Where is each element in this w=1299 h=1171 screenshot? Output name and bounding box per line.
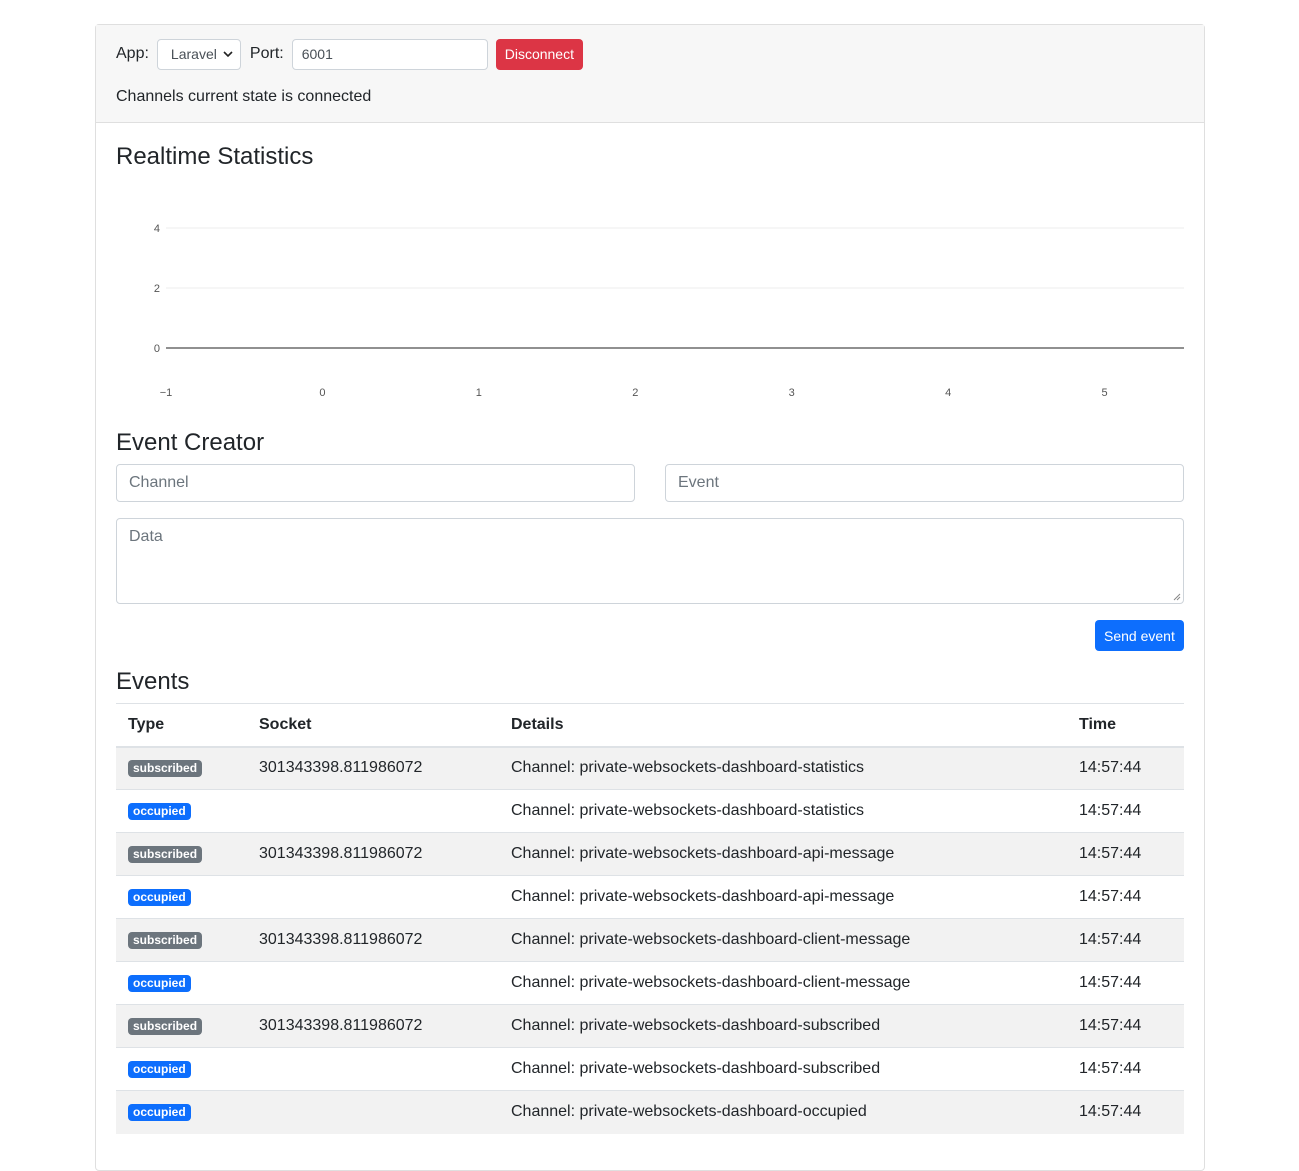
event-creator-title: Event Creator [116, 429, 265, 456]
events-body: subscribed 301343398.811986072 Channel: pr… [116, 746, 1184, 1134]
type-cell: subscribed [116, 1004, 247, 1048]
time-cell: 14:57:44 [1067, 1047, 1184, 1091]
type-badge-occupied: occupied [128, 1104, 191, 1122]
table-row: occupied Channel: private-websockets-dash… [116, 1090, 1184, 1134]
y-tick-label: 2 [154, 283, 160, 295]
type-cell: subscribed [116, 746, 247, 790]
socket-cell [247, 961, 499, 1005]
table-row: subscribed 301343398.811986072 Channel: pr… [116, 1004, 1184, 1048]
socket-cell: 301343398.811986072 [247, 746, 499, 790]
column-header-type: Type [116, 703, 247, 748]
connection-controls: App: Laravel Port: 6001 Disconnect [116, 38, 583, 70]
events-title: Events [116, 668, 190, 695]
time-cell: 14:57:44 [1067, 918, 1184, 962]
column-header-time: Time [1067, 703, 1184, 748]
table-row: subscribed 301343398.811986072 Channel: pr… [116, 832, 1184, 876]
x-tick-label: 2 [632, 387, 638, 399]
type-cell: occupied [116, 961, 247, 1005]
details-cell: Channel: private-websockets-dashboard-su… [499, 1047, 1067, 1091]
type-cell: subscribed [116, 918, 247, 962]
time-cell: 14:57:44 [1067, 961, 1184, 1005]
time-cell: 14:57:44 [1067, 746, 1184, 790]
event-input[interactable]: Event [665, 464, 1184, 502]
time-cell: 14:57:44 [1067, 832, 1184, 876]
type-cell: occupied [116, 789, 247, 833]
socket-cell [247, 1047, 499, 1091]
type-badge-subscribed: subscribed [128, 1018, 203, 1035]
app-label: App: [116, 45, 149, 62]
app-select[interactable]: Laravel [156, 38, 241, 70]
type-badge-subscribed: subscribed [128, 846, 203, 863]
time-cell: 14:57:44 [1067, 789, 1184, 833]
time-cell: 14:57:44 [1067, 875, 1184, 919]
type-cell: occupied [116, 1090, 247, 1134]
table-row: subscribed 301343398.811986072 Channel: pr… [116, 918, 1184, 962]
connection-state-text: Channels current state is connected [116, 88, 372, 105]
time-cell: 14:57:44 [1067, 1004, 1184, 1048]
port-label: Port: [249, 45, 284, 62]
data-textarea[interactable]: Data [116, 518, 1184, 604]
type-badge-occupied: occupied [128, 889, 191, 906]
port-input-value: 6001 [301, 46, 333, 62]
x-tick-label: 1 [476, 387, 482, 399]
details-cell: Channel: private-websockets-dashboard-su… [499, 1004, 1067, 1048]
table-row: occupied Channel: private-websockets-dash… [116, 1047, 1184, 1091]
details-cell: Channel: private-websockets-dashboard-oc… [499, 1090, 1067, 1134]
y-tick-label: 0 [154, 343, 160, 355]
x-tick-label: −1 [160, 387, 173, 399]
type-cell: occupied [116, 875, 247, 919]
disconnect-button[interactable]: Disconnect [495, 38, 583, 70]
column-header-socket: Socket [247, 703, 499, 748]
dashboard-card: App: Laravel Port: 6001 Disconnect Chann… [95, 24, 1205, 1171]
type-cell: occupied [116, 1047, 247, 1091]
socket-cell: 301343398.811986072 [247, 1004, 499, 1048]
details-cell: Channel: private-websockets-dashboard-ap… [499, 875, 1067, 919]
socket-cell: 301343398.811986072 [247, 918, 499, 962]
type-badge-occupied: occupied [128, 975, 191, 992]
resize-handle-icon[interactable] [1173, 593, 1181, 601]
events-header-row: Type Socket Details Time [116, 703, 1184, 748]
x-tick-label: 0 [319, 387, 325, 399]
table-row: subscribed 301343398.811986072 Channel: pr… [116, 746, 1184, 790]
details-cell: Channel: private-websockets-dashboard-st… [499, 746, 1067, 790]
socket-cell [247, 789, 499, 833]
type-cell: subscribed [116, 832, 247, 876]
send-event-button[interactable]: Send event [1095, 620, 1184, 651]
chevron-down-icon [223, 50, 233, 57]
event-placeholder: Event [678, 474, 719, 491]
table-row: occupied Channel: private-websockets-dash… [116, 961, 1184, 1005]
time-cell: 14:57:44 [1067, 1090, 1184, 1134]
data-placeholder: Data [129, 528, 163, 545]
details-cell: Channel: private-websockets-dashboard-cl… [499, 961, 1067, 1005]
type-badge-subscribed: subscribed [128, 760, 203, 778]
table-row: occupied Channel: private-websockets-dash… [116, 789, 1184, 833]
statistics-chart: 024−10123456 [154, 223, 1184, 399]
column-header-details: Details [499, 703, 1067, 748]
realtime-statistics-title: Realtime Statistics [116, 143, 314, 170]
type-badge-occupied: occupied [128, 803, 191, 820]
socket-cell [247, 1090, 499, 1134]
y-tick-label: 4 [154, 223, 160, 235]
events-table: Type Socket Details Time subscribed 30134… [116, 703, 1184, 1134]
x-tick-label: 3 [789, 387, 795, 399]
connection-header: App: Laravel Port: 6001 Disconnect Chann… [96, 25, 1204, 123]
details-cell: Channel: private-websockets-dashboard-ap… [499, 832, 1067, 876]
type-badge-occupied: occupied [128, 1061, 191, 1078]
channel-placeholder: Channel [129, 474, 189, 491]
port-input[interactable]: 6001 [291, 38, 488, 70]
channel-input[interactable]: Channel [116, 464, 635, 502]
x-tick-label: 5 [1102, 387, 1108, 399]
details-cell: Channel: private-websockets-dashboard-cl… [499, 918, 1067, 962]
details-cell: Channel: private-websockets-dashboard-st… [499, 789, 1067, 833]
type-badge-subscribed: subscribed [128, 932, 203, 949]
x-tick-label: 4 [945, 387, 951, 399]
app-select-value: Laravel [170, 46, 217, 62]
socket-cell [247, 875, 499, 919]
table-row: occupied Channel: private-websockets-dash… [116, 875, 1184, 919]
socket-cell: 301343398.811986072 [247, 832, 499, 876]
